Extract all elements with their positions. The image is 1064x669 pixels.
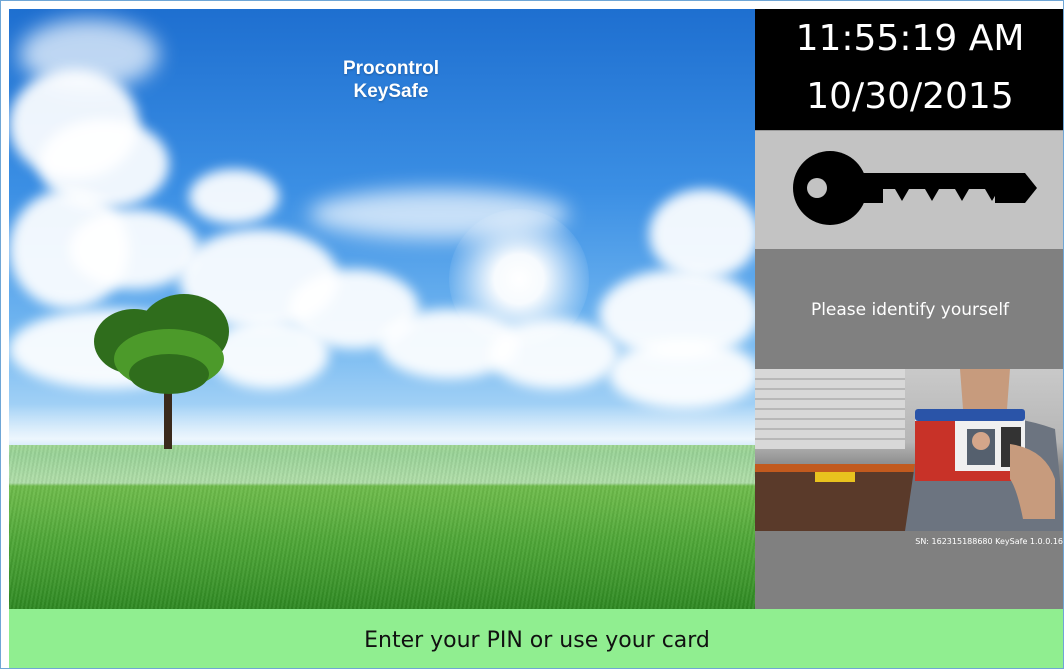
landscape-background: Procontrol KeySafe xyxy=(9,9,755,609)
clock-date: 10/30/2015 xyxy=(806,76,1014,117)
key-icon xyxy=(793,151,1037,225)
key-button[interactable] xyxy=(755,130,1063,250)
serial-number: SN: 162315188680 KeySafe 1.0.0.16 xyxy=(915,537,1063,546)
card-photo xyxy=(755,369,1063,531)
identify-prompt: Please identify yourself xyxy=(810,300,1010,320)
kiosk-window: Procontrol KeySafe 11:55:19 AM 10/30/201… xyxy=(0,0,1064,669)
status-bar: Enter your PIN or use your card xyxy=(9,609,1063,668)
sun xyxy=(449,209,589,349)
status-message: Enter your PIN or use your card xyxy=(364,628,710,653)
person-holding-id-card-icon xyxy=(755,369,1063,531)
grass-field xyxy=(9,445,755,609)
brand-title: Procontrol KeySafe xyxy=(291,57,491,103)
brand-name-line2: KeySafe xyxy=(353,81,429,102)
clock-panel: 11:55:19 AM 10/30/2015 xyxy=(755,9,1063,130)
identify-panel: Please identify yourself SN: 16231518868… xyxy=(755,249,1063,609)
clock-time: 11:55:19 AM xyxy=(795,18,1025,59)
brand-name-line1: Procontrol xyxy=(342,58,440,79)
